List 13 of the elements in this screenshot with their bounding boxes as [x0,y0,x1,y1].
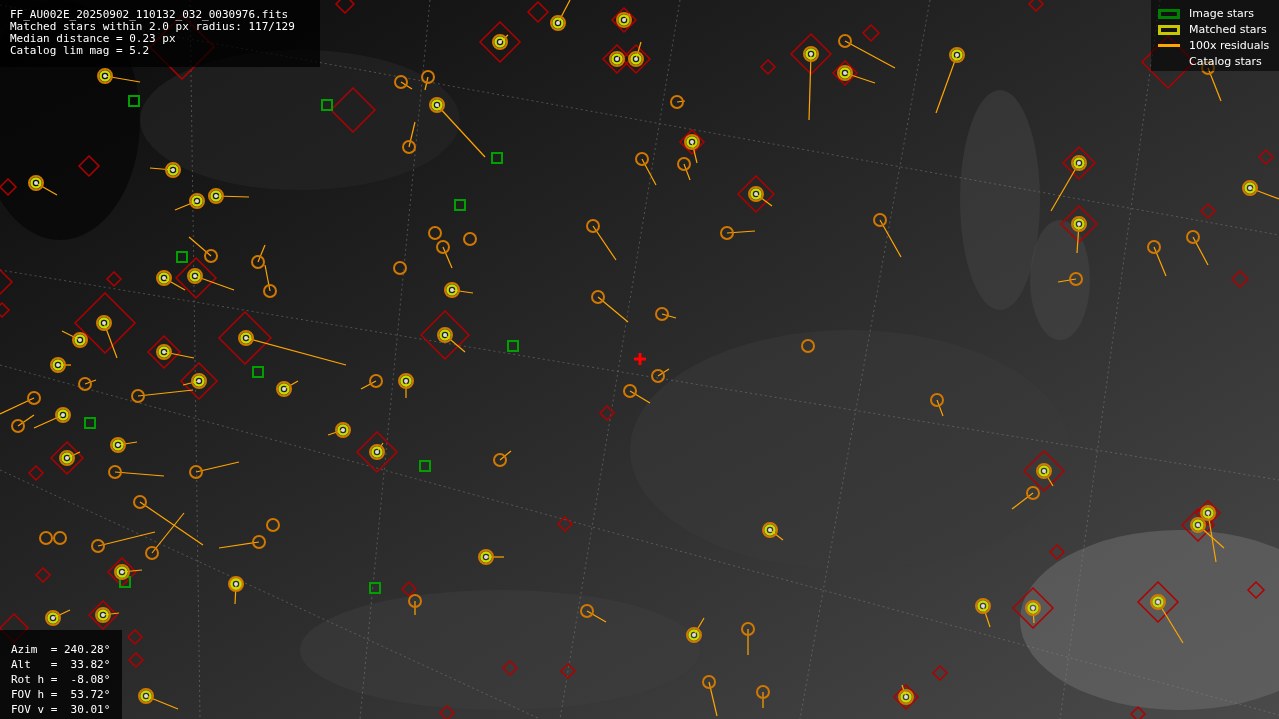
legend-label: Catalog stars [1189,55,1262,68]
legend-label: 100x residuals [1189,39,1270,52]
info-text: FF_AU002E_20250902_110132_032_0030976.fits [10,9,289,21]
pointing-text: Alt = 33.82° [11,657,111,672]
pointing-text: Rot h = -8.08° [11,672,111,687]
legend-label: Matched stars [1189,23,1267,36]
legend-label: Image stars [1189,7,1254,20]
info-text: Matched stars within 2.0 px radius: 117/129 [10,21,295,33]
info-text: Median distance = 0.23 px [10,33,176,45]
pointing-text: FOV v = 30.01° [11,702,111,717]
pointing-text: FOV h = 53.72° [11,687,111,702]
pointing-text: Azim = 240.28° [11,642,111,657]
info-text: Catalog lim mag = 5.2 [10,45,150,57]
